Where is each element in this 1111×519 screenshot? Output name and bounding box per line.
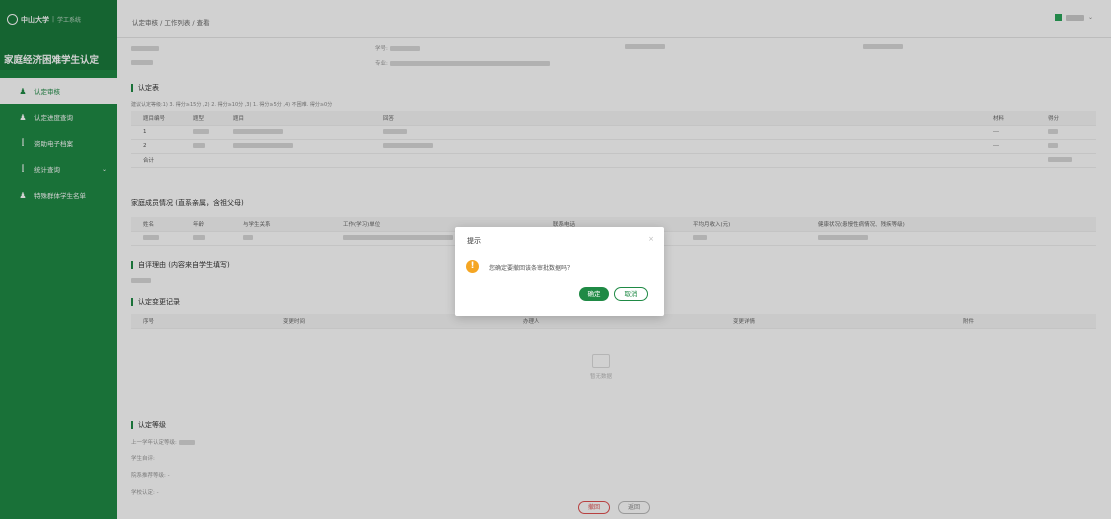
dialog-message: 您确定要撤回该条审批数据吗？ <box>489 265 574 272</box>
cancel-button[interactable]: 取消 <box>614 287 648 301</box>
confirm-dialog: 提示 × ! 您确定要撤回该条审批数据吗？ 确定 取消 <box>455 227 664 316</box>
dialog-title: 提示 <box>467 237 481 245</box>
confirm-button[interactable]: 确定 <box>579 287 609 301</box>
warning-icon: ! <box>466 260 479 273</box>
close-icon[interactable]: × <box>648 235 654 243</box>
